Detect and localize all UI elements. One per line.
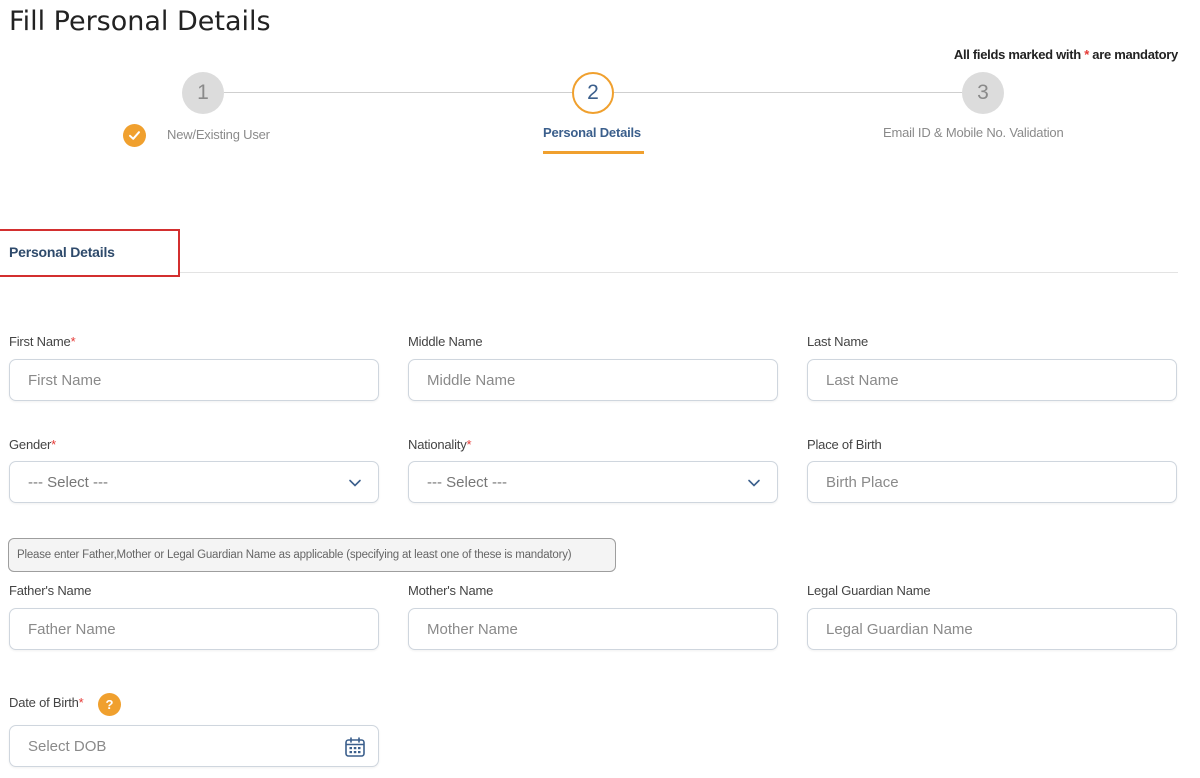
- father-name-input[interactable]: [10, 609, 378, 649]
- dob-input[interactable]: [10, 726, 378, 766]
- gender-label: Gender*: [9, 437, 56, 452]
- section-title: Personal Details: [9, 244, 115, 260]
- place-of-birth-field[interactable]: [807, 461, 1177, 503]
- first-name-label: First Name*: [9, 334, 76, 349]
- last-name-input[interactable]: [808, 360, 1176, 400]
- step-2-label[interactable]: Personal Details: [543, 125, 641, 140]
- first-name-label-text: First Name: [9, 334, 71, 349]
- guardian-name-field[interactable]: [807, 608, 1177, 650]
- mandatory-note-prefix: All fields marked with: [953, 47, 1085, 62]
- chevron-down-icon: [748, 479, 760, 487]
- required-marker: *: [466, 437, 472, 452]
- section-divider: [180, 272, 1178, 273]
- guardian-name-label: Legal Guardian Name: [807, 583, 931, 598]
- last-name-field[interactable]: [807, 359, 1177, 401]
- nationality-label-text: Nationality: [408, 437, 467, 452]
- help-icon[interactable]: ?: [98, 693, 121, 716]
- middle-name-label: Middle Name: [408, 334, 483, 349]
- step-1-label[interactable]: New/Existing User: [167, 127, 270, 142]
- step-3-label: Email ID & Mobile No. Validation: [883, 125, 1064, 140]
- mother-name-label: Mother's Name: [408, 583, 494, 598]
- required-marker: *: [70, 334, 76, 349]
- guardian-name-input[interactable]: [808, 609, 1176, 649]
- step-3-circle: 3: [962, 72, 1004, 114]
- active-step-underline: [543, 151, 644, 154]
- stepper-connector-2: [614, 92, 962, 93]
- step-2-circle[interactable]: 2: [572, 72, 614, 114]
- last-name-label: Last Name: [807, 334, 869, 349]
- mandatory-note: All fields marked with * are mandatory: [954, 47, 1178, 62]
- nationality-label: Nationality*: [408, 437, 472, 452]
- stepper-connector-1: [224, 92, 572, 93]
- first-name-field[interactable]: [9, 359, 379, 401]
- middle-name-field[interactable]: [408, 359, 778, 401]
- place-of-birth-label: Place of Birth: [807, 437, 882, 452]
- dob-label: Date of Birth*: [9, 695, 84, 710]
- step-1-circle[interactable]: 1: [182, 72, 224, 114]
- dob-field[interactable]: [9, 725, 379, 767]
- first-name-input[interactable]: [10, 360, 378, 400]
- required-marker: *: [78, 695, 84, 710]
- mother-name-input[interactable]: [409, 609, 777, 649]
- page-title: Fill Personal Details: [9, 6, 271, 37]
- check-icon: [123, 124, 146, 147]
- father-name-label: Father's Name: [9, 583, 92, 598]
- nationality-select-value: --- Select ---: [427, 473, 507, 491]
- gender-label-text: Gender: [9, 437, 52, 452]
- required-marker: *: [51, 437, 57, 452]
- mother-name-field[interactable]: [408, 608, 778, 650]
- mandatory-note-suffix: are mandatory: [1088, 47, 1178, 62]
- place-of-birth-input[interactable]: [808, 462, 1176, 502]
- gender-select-value: --- Select ---: [28, 473, 108, 491]
- guardian-hint: Please enter Father,Mother or Legal Guar…: [8, 538, 616, 572]
- calendar-icon[interactable]: [344, 736, 366, 758]
- gender-select[interactable]: --- Select ---: [9, 461, 379, 503]
- chevron-down-icon: [349, 479, 361, 487]
- father-name-field[interactable]: [9, 608, 379, 650]
- middle-name-input[interactable]: [409, 360, 777, 400]
- nationality-select[interactable]: --- Select ---: [408, 461, 778, 503]
- dob-label-text: Date of Birth: [9, 695, 79, 710]
